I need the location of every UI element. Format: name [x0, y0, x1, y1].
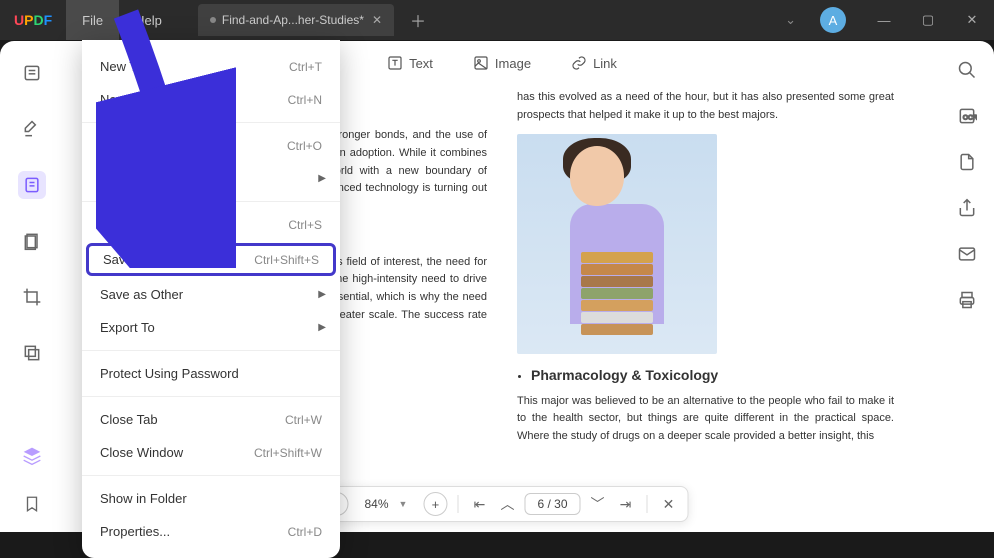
svg-text:OCR: OCR — [963, 114, 977, 121]
body-text: This major was believed to be an alterna… — [517, 393, 894, 446]
layers-icon[interactable] — [18, 442, 46, 470]
menu-show-folder[interactable]: Show in Folder — [82, 482, 340, 515]
first-page-icon[interactable]: ⇤ — [468, 496, 490, 513]
mail-icon[interactable] — [956, 243, 978, 265]
menu-open-recent[interactable]: Open Recent▶ — [82, 162, 340, 195]
menu-protect[interactable]: Protect Using Password — [82, 357, 340, 390]
highlighter-icon[interactable] — [18, 115, 46, 143]
menu-close-window[interactable]: Close WindowCtrl+Shift+W — [82, 436, 340, 469]
menu-export[interactable]: Export To▶ — [82, 311, 340, 344]
minimize-button[interactable]: — — [862, 0, 906, 40]
reader-icon[interactable] — [18, 59, 46, 87]
tab-title: Find-and-Ap...her-Studies* — [222, 13, 364, 27]
chevron-down-icon[interactable]: ⌄ — [785, 12, 796, 28]
maximize-button[interactable]: ▢ — [906, 0, 950, 40]
menu-properties[interactable]: Properties...Ctrl+D — [82, 515, 340, 548]
document-tab[interactable]: Find-and-Ap...her-Studies* ✕ — [198, 4, 394, 36]
image-tool[interactable]: Image — [473, 55, 531, 71]
share-icon[interactable] — [956, 197, 978, 219]
link-tool[interactable]: Link — [571, 55, 617, 71]
avatar[interactable]: A — [820, 7, 846, 33]
page-tools-icon[interactable] — [18, 227, 46, 255]
last-page-icon[interactable]: ⇥ — [615, 496, 637, 513]
app-logo: UPDF — [14, 12, 52, 28]
menu-close-tab[interactable]: Close TabCtrl+W — [82, 403, 340, 436]
body-text: has this evolved as a need of the hour, … — [517, 89, 894, 124]
left-sidebar — [0, 41, 64, 532]
text-tool[interactable]: Text — [387, 55, 433, 71]
menu-save[interactable]: SaveCtrl+S — [82, 208, 340, 241]
close-icon[interactable]: ✕ — [372, 13, 382, 27]
page-control-bar: − 84%▼ + ⇤ ︿ 6 / 30 ﹀ ⇥ ✕ — [315, 486, 688, 522]
menu-new-tab[interactable]: New TabCtrl+T — [82, 50, 340, 83]
menu-open[interactable]: Open...Ctrl+O — [82, 129, 340, 162]
bookmark-icon[interactable] — [18, 490, 46, 518]
crop-icon[interactable] — [18, 283, 46, 311]
close-window-button[interactable]: ✕ — [950, 0, 994, 40]
ocr-icon[interactable]: OCR — [956, 105, 978, 127]
search-icon[interactable] — [956, 59, 978, 81]
menu-new-window[interactable]: New WindowCtrl+N — [82, 83, 340, 116]
menu-save-as[interactable]: Save As...Ctrl+Shift+S — [86, 243, 336, 276]
menu-file[interactable]: File — [66, 0, 119, 40]
heading: Pharmacology & Toxicology — [531, 364, 894, 386]
prev-page-icon[interactable]: ︿ — [496, 494, 518, 514]
zoom-level[interactable]: 84%▼ — [354, 497, 417, 511]
zoom-in-button[interactable]: + — [423, 492, 447, 516]
edit-icon[interactable] — [18, 171, 46, 199]
file-menu-dropdown: New TabCtrl+T New WindowCtrl+N Open...Ct… — [82, 40, 340, 558]
next-page-icon[interactable]: ﹀ — [587, 494, 609, 514]
document-image — [517, 134, 717, 354]
print-icon[interactable] — [956, 289, 978, 311]
page-indicator[interactable]: 6 / 30 — [524, 493, 580, 515]
add-tab-button[interactable]: ＋ — [410, 8, 426, 32]
copy-icon[interactable] — [18, 339, 46, 367]
right-sidebar: OCR — [940, 41, 994, 532]
close-bar-icon[interactable]: ✕ — [658, 496, 680, 513]
menu-save-other[interactable]: Save as Other▶ — [82, 278, 340, 311]
tab-dirty-indicator — [210, 17, 216, 23]
menu-help[interactable]: Help — [119, 0, 178, 40]
file-icon[interactable] — [956, 151, 978, 173]
